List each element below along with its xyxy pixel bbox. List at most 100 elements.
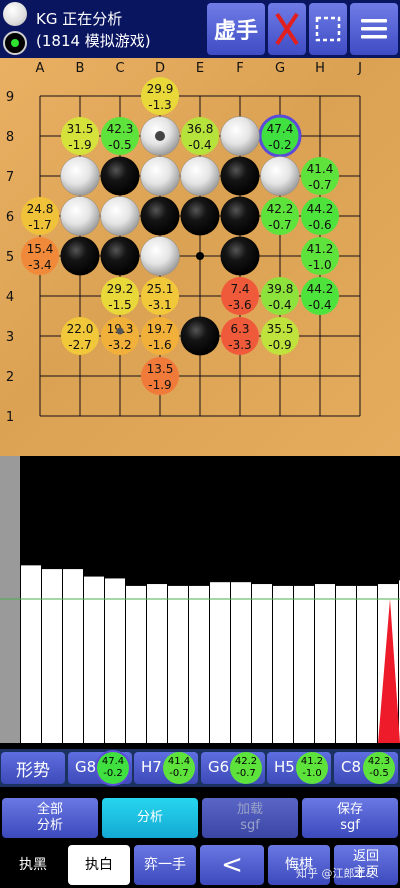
winrate-bar	[147, 584, 167, 743]
load-sgf-button[interactable]: 加载 sgf	[202, 798, 298, 838]
virtual-move-button[interactable]: 虚手	[207, 3, 265, 55]
score-label: -1.3	[148, 98, 171, 112]
row-label: 3	[6, 330, 14, 345]
winrate-label: 13.5	[147, 362, 174, 376]
score-label: -1.6	[148, 338, 171, 352]
analyze-button[interactable]: 分析	[102, 798, 198, 838]
score-label: -0.4	[308, 298, 331, 312]
black-stone	[220, 236, 260, 276]
column-label: D	[155, 61, 165, 76]
column-label: J	[357, 61, 362, 76]
winrate-label: 35.5	[267, 322, 294, 336]
black-stone	[220, 196, 260, 236]
white-stone	[180, 156, 220, 196]
play-white-button[interactable]: 执白	[68, 845, 130, 885]
winrate-label: 44.2	[307, 202, 334, 216]
winrate-label: 31.5	[67, 122, 94, 136]
red-x-icon	[275, 12, 299, 46]
close-analysis-button[interactable]	[268, 3, 306, 55]
score-label: -0.5	[108, 138, 131, 152]
score-label: -0.9	[268, 338, 291, 352]
candidate-winrate-circle: 42.2 -0.7	[230, 752, 262, 784]
watermark-text: 知乎 @江郎才尽	[296, 867, 377, 880]
shape-button[interactable]: 形势	[1, 752, 65, 784]
candidate-move-h5[interactable]: H5 41.2 -1.0	[267, 752, 331, 784]
candidate-move-g6[interactable]: G6 42.2 -0.7	[201, 752, 265, 784]
play-black-button[interactable]: 执黑	[2, 845, 64, 885]
winrate-label: 39.8	[267, 282, 294, 296]
winrate-label: 29.2	[107, 282, 134, 296]
black-stone	[220, 156, 260, 196]
score-label: -0.7	[308, 178, 331, 192]
candidate-move-h7[interactable]: H7 41.4 -0.7	[134, 752, 198, 784]
row-label: 9	[6, 90, 14, 105]
winrate-label: 41.4	[307, 162, 334, 176]
black-stone	[100, 236, 140, 276]
candidate-move-c8[interactable]: C8 42.3 -0.5	[334, 752, 398, 784]
candidate-winrate-circle: 47.4 -0.2	[97, 752, 129, 784]
score-label: -0.4	[188, 138, 211, 152]
winrate-bar	[63, 569, 83, 743]
winrate-label: 44.2	[307, 282, 334, 296]
winrate-label: 47.4	[267, 122, 294, 136]
white-stone	[140, 156, 180, 196]
black-stone	[180, 196, 220, 236]
row-label: 7	[6, 170, 14, 185]
winrate-bar	[21, 565, 41, 743]
last-move-marker	[155, 131, 165, 141]
winrate-bar	[105, 578, 125, 743]
row-label: 4	[6, 290, 14, 305]
score-label: -3.1	[148, 298, 171, 312]
candidate-winrate-circle: 41.2 -1.0	[296, 752, 328, 784]
winrate-bar	[252, 584, 272, 743]
play-one-move-button[interactable]: 弈一手	[134, 845, 196, 885]
candidate-move-label: H5	[274, 758, 295, 776]
menu-button[interactable]	[350, 3, 398, 55]
black-stone	[140, 196, 180, 236]
winrate-bar	[126, 585, 146, 743]
candidate-move-g8[interactable]: G8 47.4 -0.2	[68, 752, 132, 784]
candidate-move-label: C8	[341, 758, 362, 776]
column-label: E	[196, 61, 204, 76]
winrate-label: 41.2	[307, 242, 334, 256]
dashed-square-icon	[315, 16, 341, 42]
candidate-move-label: H7	[141, 758, 162, 776]
winrate-label: 7.4	[230, 282, 249, 296]
board-canvas[interactable]: A B C D E F G H J 9 8 7 6 5 4 3 2 1 29.9 -1.3 31.5 -1.9 42.3 -0…	[0, 58, 400, 456]
white-stone-icon	[3, 2, 27, 26]
header-bar: KG 正在分析 (1814 模拟游戏) 虚手	[0, 0, 400, 58]
score-label: -0.6	[308, 218, 331, 232]
winrate-bar	[273, 585, 293, 743]
score-label: -1.5	[108, 298, 131, 312]
winrate-label: 19.7	[147, 322, 174, 336]
engine-status-icon	[3, 31, 27, 55]
row-label: 2	[6, 370, 14, 385]
column-label: C	[115, 61, 124, 76]
winrate-bar	[336, 585, 356, 743]
white-stone	[60, 196, 100, 236]
column-label: H	[315, 61, 325, 76]
candidate-winrate-circle: 41.4 -0.7	[163, 752, 195, 784]
go-board[interactable]: A B C D E F G H J 9 8 7 6 5 4 3 2 1 29.9 -1.3 31.5 -1.9 42.3 -0…	[0, 58, 400, 456]
winrate-bar	[315, 584, 335, 743]
score-label: -1.9	[148, 378, 171, 392]
row-label: 1	[6, 410, 14, 425]
winrate-graph-canvas	[0, 456, 400, 743]
candidate-winrate-circle: 42.3 -0.5	[363, 752, 395, 784]
black-stone	[60, 236, 100, 276]
white-stone	[60, 156, 100, 196]
select-region-button[interactable]	[309, 3, 347, 55]
winrate-bar	[357, 585, 377, 743]
score-label: -3.3	[228, 338, 251, 352]
column-label: G	[275, 61, 285, 76]
winrate-label: 29.9	[147, 82, 174, 96]
back-button[interactable]: <	[200, 845, 264, 885]
black-stone	[100, 156, 140, 196]
analyze-all-button[interactable]: 全部 分析	[2, 798, 98, 838]
winrate-label: 24.8	[27, 202, 54, 216]
winrate-bar	[294, 585, 314, 743]
score-label: -3.6	[228, 298, 251, 312]
save-sgf-button[interactable]: 保存 sgf	[302, 798, 398, 838]
score-label: -3.2	[108, 338, 131, 352]
simulation-count: (1814 模拟游戏)	[36, 32, 151, 50]
